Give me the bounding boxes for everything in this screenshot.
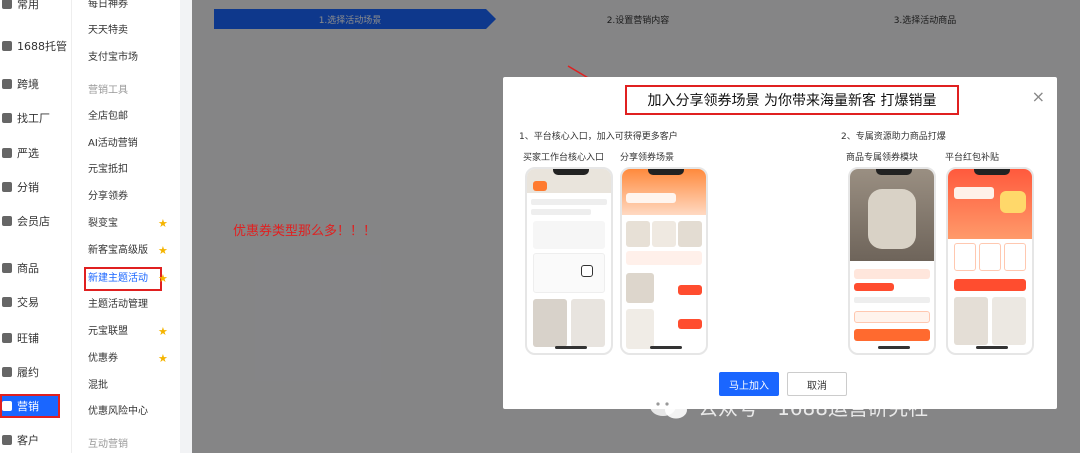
phone-share-coupon-mockup xyxy=(620,167,708,355)
menu-item[interactable]: 元宝抵扣 xyxy=(88,161,128,179)
menu-item[interactable]: 混批 xyxy=(88,377,108,395)
menu-group-title: 互动营销 xyxy=(88,439,128,450)
nav-item[interactable]: 跨境 xyxy=(0,73,39,95)
nav-item[interactable]: 旺铺 xyxy=(0,327,39,349)
star-icon: ★ xyxy=(158,217,168,230)
nav-item[interactable]: 严选 xyxy=(0,142,39,164)
globe-icon xyxy=(2,79,12,89)
nav-item[interactable]: 客户 xyxy=(0,429,39,451)
trade-icon xyxy=(2,297,12,307)
share-icon xyxy=(2,182,12,192)
section-core-entry: 1、平台核心入口，加入可获得更多客户 xyxy=(519,132,678,142)
modal-title: 加入分享领券场景 为你带来海量新客 打爆销量 xyxy=(625,85,959,115)
star-icon: ★ xyxy=(158,244,168,257)
phone-label: 买家工作台核心入口 xyxy=(523,153,605,163)
hat-icon xyxy=(2,41,12,51)
menu-item[interactable]: 天天特卖 xyxy=(88,22,128,40)
menu-item[interactable]: 每日神券 xyxy=(88,0,128,14)
truck-icon xyxy=(2,367,12,377)
menu-item[interactable]: 优惠风险中心 xyxy=(88,403,148,421)
menu-item[interactable]: AI活动营销 xyxy=(88,135,138,153)
nav-item[interactable]: 履约 xyxy=(0,361,39,383)
nav-item-label: 交易 xyxy=(17,296,39,309)
phone-red-packet-mockup xyxy=(946,167,1034,355)
menu-item[interactable]: 新客宝高级版 xyxy=(88,242,148,260)
goods-icon xyxy=(2,263,12,273)
nav-item-label: 客户 xyxy=(17,434,39,447)
user-icon xyxy=(2,435,12,445)
menu-item[interactable]: 全店包邮 xyxy=(88,108,128,126)
marketing-icon xyxy=(2,401,12,411)
menu-item[interactable]: 主题活动管理 xyxy=(88,296,148,314)
nav-item[interactable]: 会员店 xyxy=(0,210,50,232)
phone-label: 分享领券场景 xyxy=(620,153,675,163)
nav-item[interactable]: 找工厂 xyxy=(0,107,50,129)
nav-item[interactable]: 常用 xyxy=(0,0,39,15)
nav-item-label: 会员店 xyxy=(17,215,50,228)
wechat-logo-icon xyxy=(650,395,687,418)
star-icon: ★ xyxy=(158,352,168,365)
nav-item[interactable]: 1688托管 xyxy=(0,35,67,57)
phone-label: 平台红包补贴 xyxy=(945,153,1000,163)
phone-buyer-workbench-mockup xyxy=(525,167,613,355)
star-icon xyxy=(2,0,12,9)
star-icon: ★ xyxy=(158,325,168,338)
close-icon[interactable]: × xyxy=(1032,87,1045,106)
menu-item[interactable]: 支付宝市场 xyxy=(88,49,138,67)
menu-group-title: 营销工具 xyxy=(88,85,128,96)
nav-item-label: 商品 xyxy=(17,262,39,275)
nav-item[interactable]: 分销 xyxy=(0,176,39,198)
nav-item-label: 旺铺 xyxy=(17,332,39,345)
menu-item[interactable]: 优惠券 xyxy=(88,350,118,368)
section-exclusive-resources: 2、专属资源助力商品打爆 xyxy=(841,132,946,142)
nav-item-label: 跨境 xyxy=(17,78,39,91)
watermark-text: 公众号 · 1688运营研究社 xyxy=(698,396,928,420)
phone-product-coupon-mockup xyxy=(848,167,936,355)
nav-item-label: 严选 xyxy=(17,147,39,160)
shop-icon xyxy=(2,333,12,343)
menu-item[interactable]: 元宝联盟 xyxy=(88,323,128,341)
nav-item-label: 营销 xyxy=(17,400,39,413)
nav-item[interactable]: 商品 xyxy=(0,257,39,279)
factory-icon xyxy=(2,113,12,123)
annotation-text: 优惠券类型那么多！！！ xyxy=(233,224,377,239)
phone-label: 商品专属领券模块 xyxy=(846,153,919,163)
menu-item[interactable]: 分享领券 xyxy=(88,188,128,206)
diamond-icon xyxy=(2,216,12,226)
nav-item[interactable]: 交易 xyxy=(0,291,39,313)
nav-item-label: 常用 xyxy=(17,0,39,11)
select-icon xyxy=(2,148,12,158)
nav-item-label: 履约 xyxy=(17,366,39,379)
nav-item-label: 1688托管 xyxy=(17,40,67,53)
join-scene-modal: 加入分享领券场景 为你带来海量新客 打爆销量 × 1、平台核心入口，加入可获得更… xyxy=(503,77,1057,409)
nav-item-label: 分销 xyxy=(17,181,39,194)
menu-item[interactable]: 裂变宝 xyxy=(88,215,118,233)
primary-sidebar: 常用 1688托管 跨境找工厂严选分销会员店商品交易旺铺履约营销客户 xyxy=(0,0,72,453)
nav-item[interactable]: 营销 xyxy=(0,395,39,417)
watermark: 公众号 · 1688运营研究社 xyxy=(648,392,928,421)
menu-item[interactable]: 新建主题活动 xyxy=(88,270,148,288)
star-icon: ★ xyxy=(158,272,168,285)
nav-item-label: 找工厂 xyxy=(17,112,50,125)
